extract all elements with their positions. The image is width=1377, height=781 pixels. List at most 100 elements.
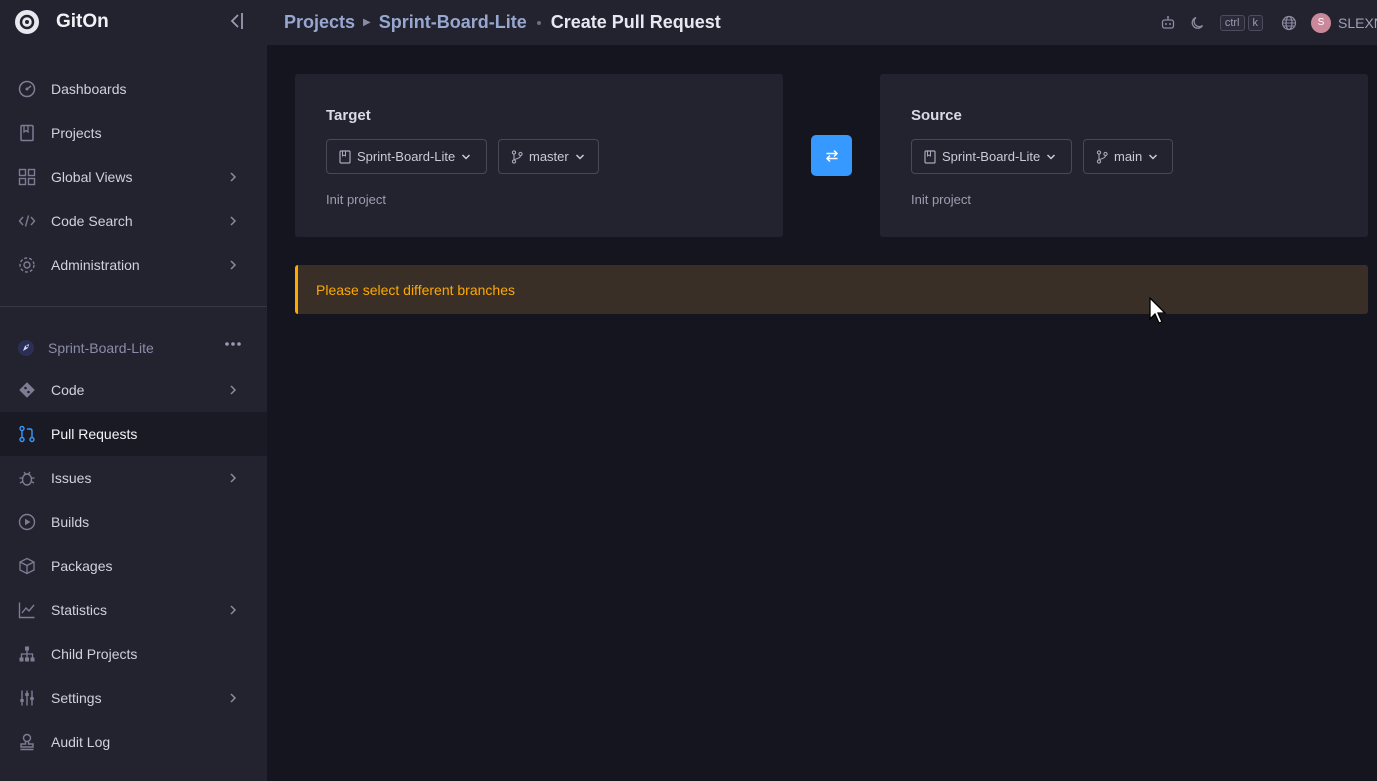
chevron-down-icon bbox=[1148, 153, 1158, 161]
target-project-value: Sprint-Board-Lite bbox=[357, 149, 456, 164]
source-branch-value: main bbox=[1114, 149, 1143, 164]
brand-name: GitOn bbox=[56, 11, 109, 32]
stamp-icon bbox=[18, 733, 36, 751]
nav-label: Code bbox=[51, 382, 85, 398]
branch-icon bbox=[511, 149, 523, 164]
dot-separator bbox=[536, 20, 541, 25]
gear-icon bbox=[18, 256, 36, 274]
nav-item-code[interactable]: Code bbox=[0, 368, 267, 412]
play-circle-icon bbox=[18, 513, 36, 531]
nav-item-builds[interactable]: Builds bbox=[0, 500, 267, 544]
moon-icon[interactable] bbox=[1190, 15, 1206, 31]
globe-icon[interactable] bbox=[1281, 15, 1297, 31]
nav-item-audit-log[interactable]: Audit Log bbox=[0, 720, 267, 764]
source-branch-dropdown[interactable]: main bbox=[1083, 139, 1173, 174]
bug-icon bbox=[18, 469, 36, 487]
topbar-actions: ctrl k S SLEXN bbox=[1160, 0, 1377, 45]
nav-item-statistics[interactable]: Statistics bbox=[0, 588, 267, 632]
chevron-right-icon bbox=[230, 605, 237, 615]
chevron-right-icon bbox=[230, 216, 237, 226]
target-panel: Target Sprint-Board-Lite master Init pro… bbox=[295, 74, 783, 237]
nav-label: Packages bbox=[51, 558, 113, 574]
nav-item-child-projects[interactable]: Child Projects bbox=[0, 632, 267, 676]
nav-item-issues[interactable]: Issues bbox=[0, 456, 267, 500]
chart-icon bbox=[18, 601, 36, 619]
project-name: Sprint-Board-Lite bbox=[48, 340, 154, 356]
brand[interactable]: GitOn bbox=[0, 0, 267, 44]
nav-item-global-views[interactable]: Global Views bbox=[0, 155, 267, 199]
package-icon bbox=[18, 557, 36, 575]
mouse-cursor-icon bbox=[1149, 297, 1167, 324]
nav-item-packages[interactable]: Packages bbox=[0, 544, 267, 588]
target-title: Target bbox=[326, 107, 371, 124]
username[interactable]: SLEXN bbox=[1338, 15, 1377, 31]
swap-arrows-icon bbox=[825, 149, 838, 162]
caret-right-icon: ▶ bbox=[363, 17, 371, 28]
sidebar: GitOn Dashboards Projects Global Views C… bbox=[0, 0, 267, 781]
book-icon bbox=[924, 149, 936, 164]
chevron-down-icon bbox=[461, 153, 471, 161]
target-commit-message[interactable]: Init project bbox=[326, 192, 386, 207]
chevron-right-icon bbox=[230, 260, 237, 270]
chevron-right-icon bbox=[230, 385, 237, 395]
global-nav: Dashboards Projects Global Views Code Se… bbox=[0, 67, 267, 287]
sliders-icon bbox=[18, 689, 36, 707]
chevron-down-icon bbox=[575, 153, 585, 161]
nav-item-dashboards[interactable]: Dashboards bbox=[0, 67, 267, 111]
source-commit-message[interactable]: Init project bbox=[911, 192, 971, 207]
nav-label: Issues bbox=[51, 470, 92, 486]
book-icon bbox=[339, 149, 351, 164]
nav-label: Dashboards bbox=[51, 81, 127, 97]
nav-label: Projects bbox=[51, 125, 102, 141]
target-branch-dropdown[interactable]: master bbox=[498, 139, 599, 174]
warning-alert: Please select different branches bbox=[295, 265, 1368, 314]
alert-message: Please select different branches bbox=[316, 281, 515, 298]
breadcrumb-project[interactable]: Sprint-Board-Lite bbox=[379, 12, 527, 33]
chevron-right-icon bbox=[230, 693, 237, 703]
target-project-dropdown[interactable]: Sprint-Board-Lite bbox=[326, 139, 487, 174]
chevron-down-icon bbox=[1046, 153, 1056, 161]
nav-label: Statistics bbox=[51, 602, 108, 618]
nav-label: Global Views bbox=[51, 169, 133, 185]
hierarchy-icon bbox=[18, 645, 36, 663]
nav-item-pull-requests[interactable]: Pull Requests bbox=[0, 412, 267, 456]
nav-item-code-search[interactable]: Code Search bbox=[0, 199, 267, 243]
nav-label: Administration bbox=[51, 257, 140, 273]
nav-item-settings[interactable]: Settings bbox=[0, 676, 267, 720]
kbd-ctrl[interactable]: ctrl bbox=[1219, 14, 1245, 31]
nav-item-projects[interactable]: Projects bbox=[0, 111, 267, 155]
nav-item-administration[interactable]: Administration bbox=[0, 243, 267, 287]
topbar: Projects ▶ Sprint-Board-Lite Create Pull… bbox=[267, 0, 1377, 45]
grid-icon bbox=[18, 168, 36, 186]
nav-label: Child Projects bbox=[51, 646, 138, 662]
more-options-icon[interactable] bbox=[224, 341, 242, 347]
nav-label: Code Search bbox=[51, 213, 133, 229]
nav-label: Settings bbox=[51, 690, 102, 706]
branch-icon bbox=[1096, 149, 1108, 164]
dashboard-icon bbox=[18, 80, 36, 98]
robot-icon[interactable] bbox=[1160, 15, 1176, 31]
project-nav: Code Pull Requests Issues Builds Package… bbox=[0, 368, 267, 764]
sidebar-divider bbox=[0, 306, 267, 307]
giton-logo-icon bbox=[15, 10, 39, 34]
kbd-k[interactable]: k bbox=[1247, 14, 1263, 31]
git-icon bbox=[18, 381, 36, 399]
page-title: Create Pull Request bbox=[550, 12, 721, 32]
nav-label: Audit Log bbox=[51, 734, 111, 750]
book-icon bbox=[18, 124, 36, 142]
nav-label: Builds bbox=[51, 514, 90, 530]
rocket-icon bbox=[18, 340, 34, 356]
source-project-dropdown[interactable]: Sprint-Board-Lite bbox=[911, 139, 1072, 174]
source-panel: Source Sprint-Board-Lite main Init proje… bbox=[880, 74, 1368, 237]
breadcrumb-projects[interactable]: Projects bbox=[284, 12, 355, 33]
project-header[interactable]: Sprint-Board-Lite bbox=[0, 328, 267, 368]
avatar[interactable]: S bbox=[1311, 12, 1331, 33]
collapse-sidebar-icon[interactable] bbox=[228, 11, 246, 31]
breadcrumb: Projects ▶ Sprint-Board-Lite Create Pull… bbox=[267, 12, 721, 33]
swap-branches-button[interactable] bbox=[811, 135, 852, 176]
code-icon bbox=[18, 212, 36, 230]
pull-request-icon bbox=[18, 425, 36, 443]
source-title: Source bbox=[911, 107, 962, 124]
target-branch-value: master bbox=[529, 149, 569, 164]
source-project-value: Sprint-Board-Lite bbox=[942, 149, 1041, 164]
